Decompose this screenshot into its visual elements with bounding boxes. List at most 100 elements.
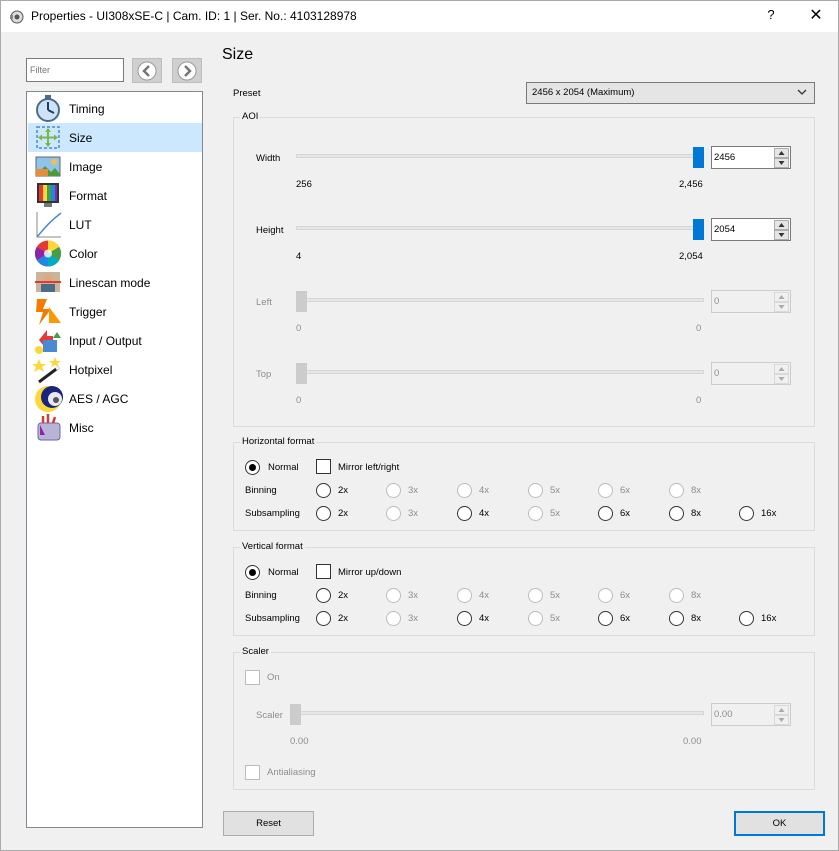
scaler-spinbox[interactable]: 0.00 bbox=[711, 703, 791, 726]
v-subsampling-2x-label: 2x bbox=[338, 613, 349, 624]
top-spinbox[interactable]: 0 bbox=[711, 362, 791, 385]
left-spinbox[interactable]: 0 bbox=[711, 290, 791, 313]
sidebar-item-color[interactable]: Color bbox=[28, 239, 202, 268]
h-subsampling-6x-radio[interactable] bbox=[598, 506, 613, 521]
h-binning-3x-radio[interactable] bbox=[386, 483, 401, 498]
sidebar-item-size[interactable]: Size bbox=[28, 123, 202, 152]
back-button[interactable] bbox=[132, 58, 162, 83]
scaler-slider-track[interactable] bbox=[290, 711, 704, 715]
sidebar-item-misc[interactable]: Misc bbox=[28, 413, 202, 442]
sidebar-item-trigger[interactable]: Trigger bbox=[28, 297, 202, 326]
reset-button[interactable]: Reset bbox=[223, 811, 314, 836]
h-binning-5x-label: 5x bbox=[550, 485, 561, 496]
h-subsampling-4x-radio[interactable] bbox=[457, 506, 472, 521]
h-subsampling-2x-radio[interactable] bbox=[316, 506, 331, 521]
h-binning-5x-radio[interactable] bbox=[528, 483, 543, 498]
h-subsampling-5x-radio[interactable] bbox=[528, 506, 543, 521]
top-slider-track[interactable] bbox=[296, 370, 704, 374]
h-subsampling-16x-radio[interactable] bbox=[739, 506, 754, 521]
h-binning-4x-radio[interactable] bbox=[457, 483, 472, 498]
h-binning-6x-radio[interactable] bbox=[598, 483, 613, 498]
spin-down-icon[interactable] bbox=[774, 230, 789, 240]
v-binning-3x-label: 3x bbox=[408, 590, 419, 601]
h-subsampling-3x-radio[interactable] bbox=[386, 506, 401, 521]
mirror-up-down-checkbox[interactable] bbox=[316, 564, 331, 579]
sidebar-item-label: Timing bbox=[69, 102, 105, 116]
lut-icon bbox=[36, 212, 62, 238]
sidebar-item-timing[interactable]: Timing bbox=[28, 94, 202, 123]
height-slider-thumb[interactable] bbox=[693, 219, 704, 240]
sidebar-item-image[interactable]: Image bbox=[28, 152, 202, 181]
horizontal-format-title: Horizontal format bbox=[240, 436, 317, 447]
preset-value: 2456 x 2054 (Maximum) bbox=[532, 87, 635, 98]
left-slider-track[interactable] bbox=[296, 298, 704, 302]
vertical-subsampling-label: Subsampling bbox=[245, 613, 300, 624]
spin-down-icon[interactable] bbox=[774, 302, 789, 312]
image-icon bbox=[35, 156, 61, 177]
mirror-left-right-checkbox[interactable] bbox=[316, 459, 331, 474]
h-binning-8x-radio[interactable] bbox=[669, 483, 684, 498]
h-subsampling-3x-label: 3x bbox=[408, 508, 419, 519]
top-slider-thumb[interactable] bbox=[296, 363, 307, 384]
v-subsampling-2x-radio[interactable] bbox=[316, 611, 331, 626]
sidebar-item-lut[interactable]: LUT bbox=[28, 210, 202, 239]
v-binning-3x-radio[interactable] bbox=[386, 588, 401, 603]
spin-up-icon[interactable] bbox=[774, 220, 789, 230]
filter-input[interactable] bbox=[26, 58, 124, 82]
sidebar-item-hotpixel[interactable]: Hotpixel bbox=[28, 355, 202, 384]
width-spinbox[interactable]: 2456 bbox=[711, 146, 791, 169]
v-binning-2x-radio[interactable] bbox=[316, 588, 331, 603]
sidebar-item-format[interactable]: Format bbox=[28, 181, 202, 210]
spin-up-icon[interactable] bbox=[774, 705, 789, 715]
spin-up-icon[interactable] bbox=[774, 292, 789, 302]
preset-select[interactable]: 2456 x 2054 (Maximum) bbox=[526, 82, 815, 104]
spin-up-icon[interactable] bbox=[774, 364, 789, 374]
horizontal-binning-label: Binning bbox=[245, 485, 277, 496]
height-slider-track[interactable] bbox=[296, 226, 704, 230]
sidebar-item-aes-agc[interactable]: AES / AGC bbox=[28, 384, 202, 413]
antialiasing-checkbox[interactable] bbox=[245, 765, 260, 780]
v-binning-5x-radio[interactable] bbox=[528, 588, 543, 603]
spin-down-icon[interactable] bbox=[774, 715, 789, 725]
ok-button[interactable]: OK bbox=[734, 811, 825, 836]
sidebar-item-input-output[interactable]: Input / Output bbox=[28, 326, 202, 355]
scaler-max-label: 0.00 bbox=[683, 736, 702, 747]
close-button[interactable]: ✕ bbox=[801, 5, 831, 27]
v-subsampling-5x-radio[interactable] bbox=[528, 611, 543, 626]
help-button[interactable]: ? bbox=[761, 7, 781, 27]
v-subsampling-6x-radio[interactable] bbox=[598, 611, 613, 626]
v-subsampling-16x-radio[interactable] bbox=[739, 611, 754, 626]
width-slider-thumb[interactable] bbox=[693, 147, 704, 168]
width-slider-track[interactable] bbox=[296, 154, 704, 158]
size-icon bbox=[36, 126, 60, 149]
sidebar-item-label: Format bbox=[69, 189, 108, 203]
v-subsampling-3x-radio[interactable] bbox=[386, 611, 401, 626]
v-subsampling-4x-radio[interactable] bbox=[457, 611, 472, 626]
scaler-slider-thumb[interactable] bbox=[290, 704, 301, 725]
width-value: 2456 bbox=[714, 152, 736, 163]
properties-window: Properties - UI308xSE-C | Cam. ID: 1 | S… bbox=[0, 0, 839, 851]
height-spinbox[interactable]: 2054 bbox=[711, 218, 791, 241]
format-icon bbox=[37, 183, 59, 207]
v-binning-4x-radio[interactable] bbox=[457, 588, 472, 603]
v-binning-6x-radio[interactable] bbox=[598, 588, 613, 603]
spin-down-icon[interactable] bbox=[774, 374, 789, 384]
v-subsampling-16x-label: 16x bbox=[761, 613, 777, 624]
v-subsampling-6x-label: 6x bbox=[620, 613, 631, 624]
v-subsampling-8x-radio[interactable] bbox=[669, 611, 684, 626]
sidebar-item-linescan-mode[interactable]: Linescan mode bbox=[28, 268, 202, 297]
h-subsampling-8x-radio[interactable] bbox=[669, 506, 684, 521]
vertical-normal-radio[interactable] bbox=[245, 565, 260, 580]
horizontal-normal-radio[interactable] bbox=[245, 460, 260, 475]
spin-up-icon[interactable] bbox=[774, 148, 789, 158]
h-subsampling-5x-label: 5x bbox=[550, 508, 561, 519]
sidebar-item-label: Color bbox=[69, 247, 98, 261]
h-binning-2x-radio[interactable] bbox=[316, 483, 331, 498]
spin-down-icon[interactable] bbox=[774, 158, 789, 168]
forward-button[interactable] bbox=[172, 58, 202, 83]
sidebar-item-label: Linescan mode bbox=[69, 276, 151, 290]
left-slider-thumb[interactable] bbox=[296, 291, 307, 312]
v-binning-8x-radio[interactable] bbox=[669, 588, 684, 603]
scaler-on-checkbox[interactable] bbox=[245, 670, 260, 685]
chevron-down-icon bbox=[797, 89, 807, 95]
